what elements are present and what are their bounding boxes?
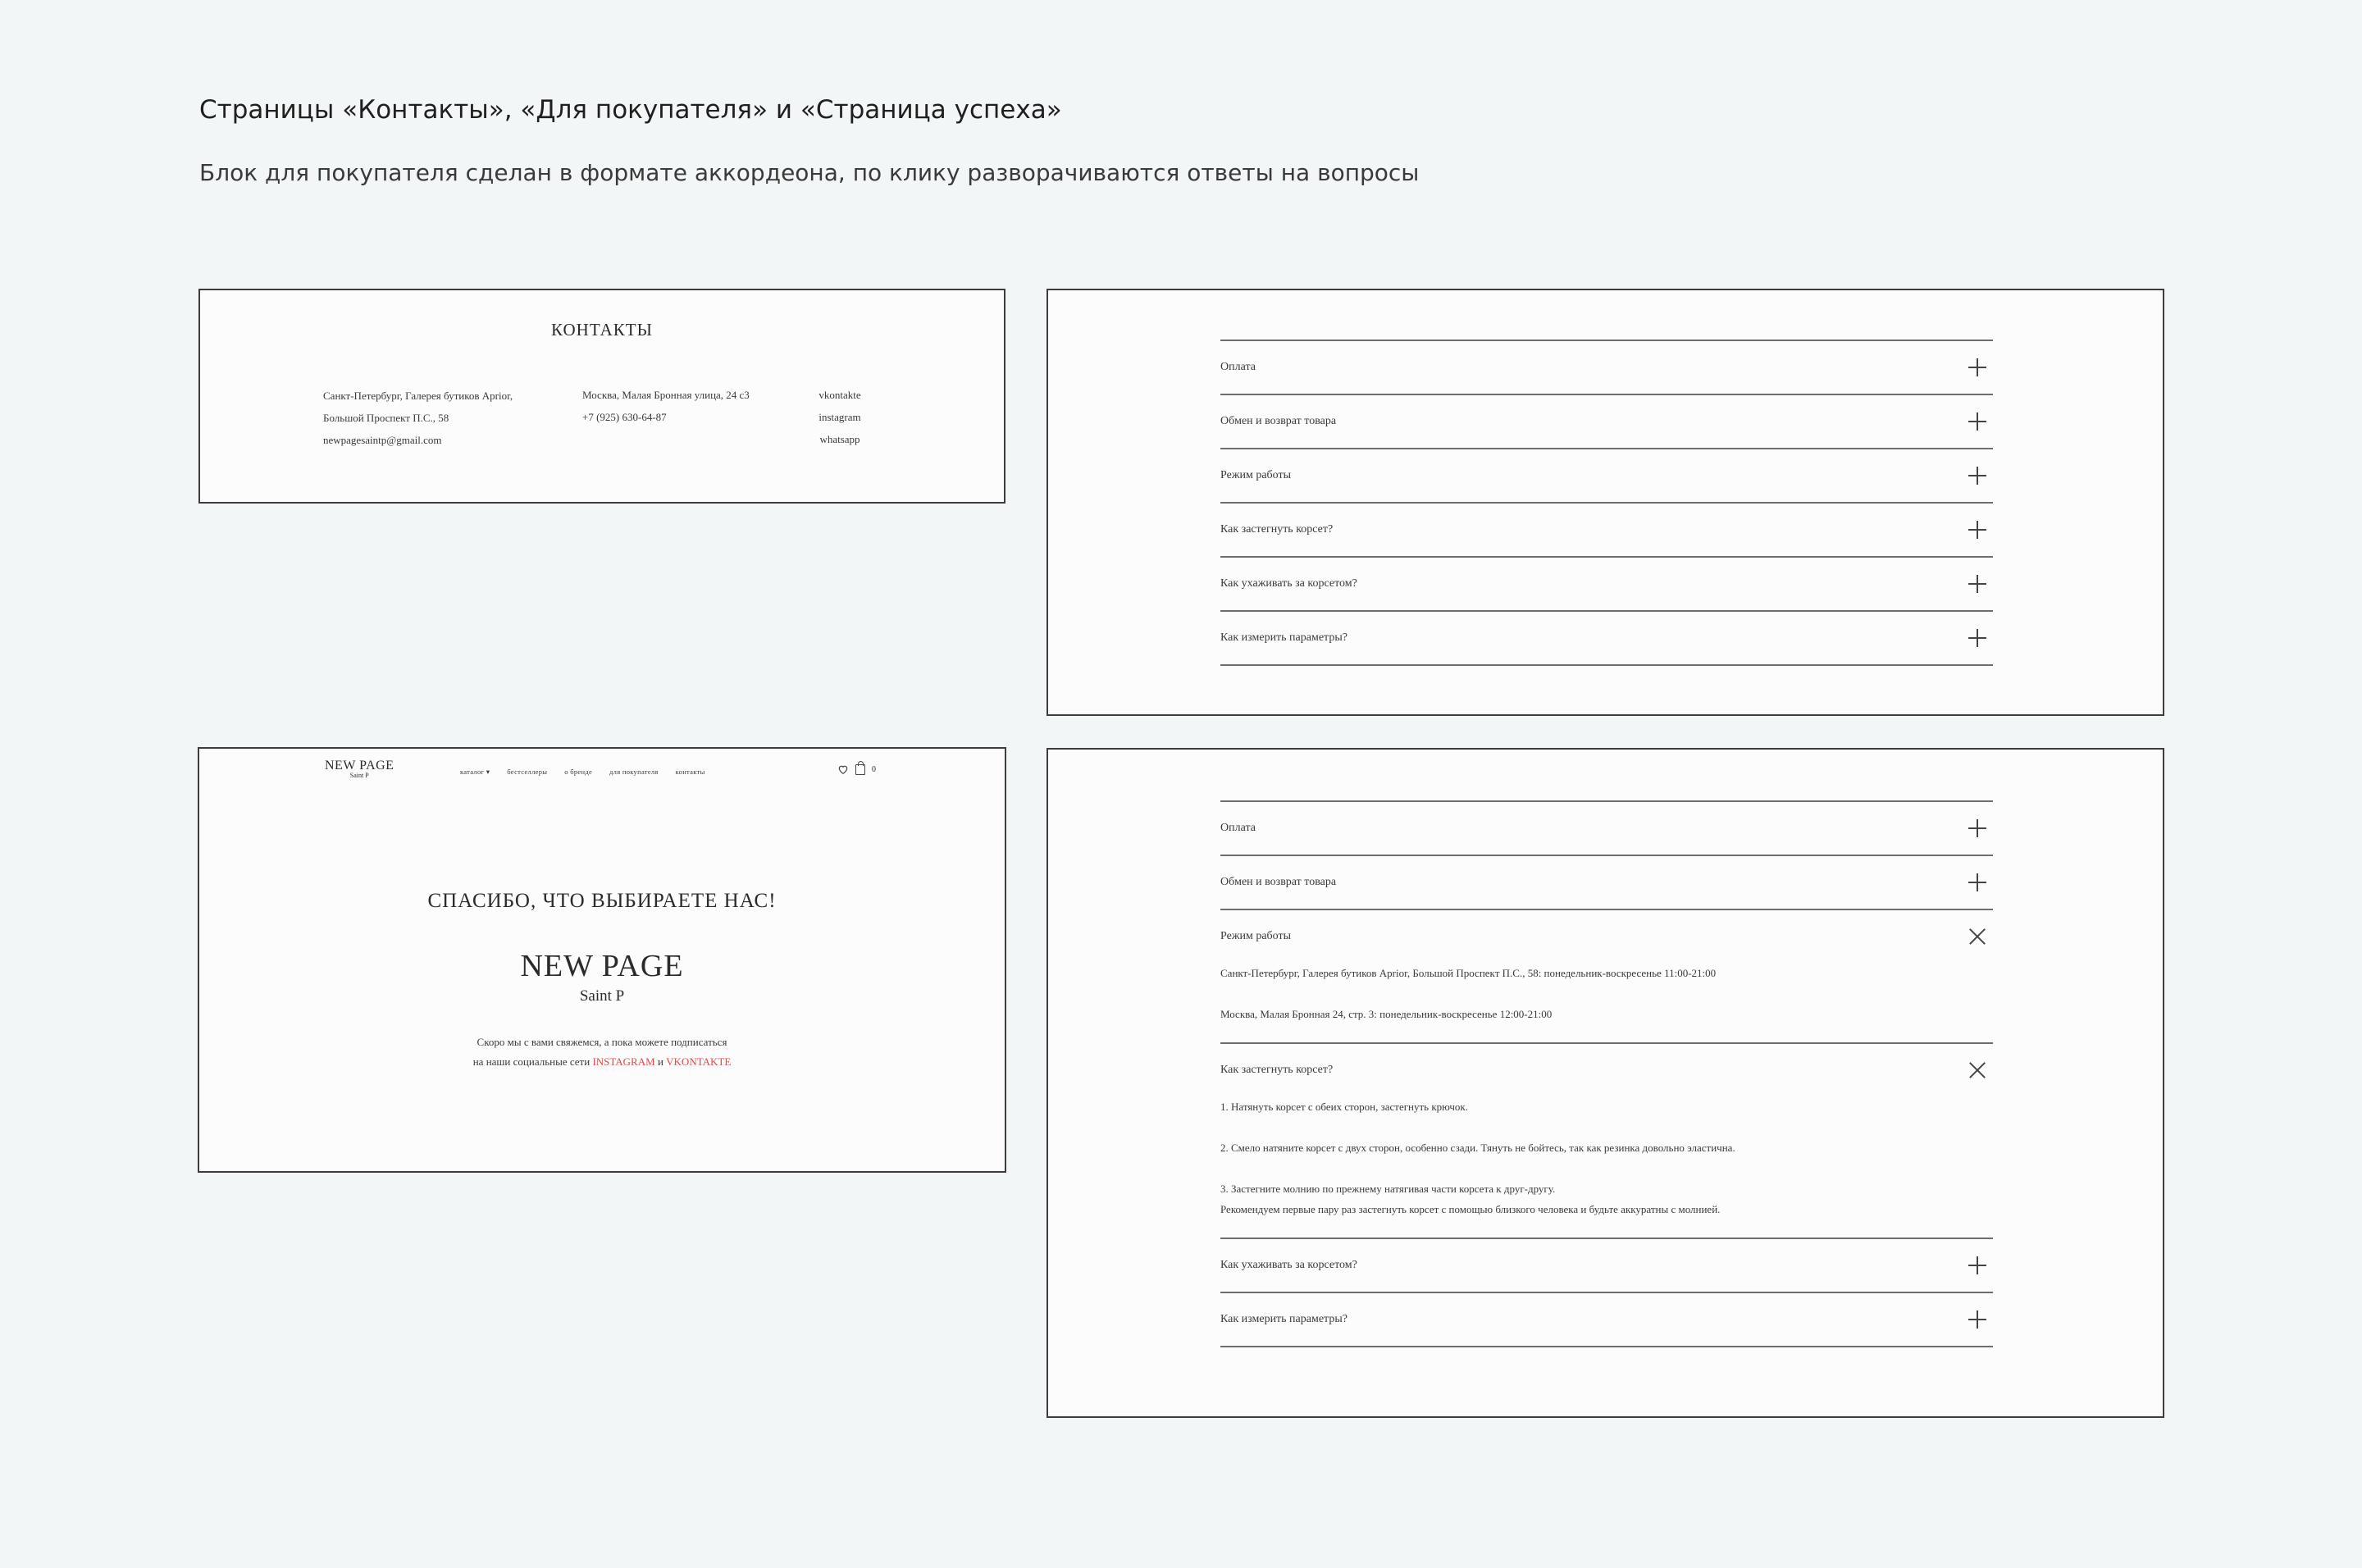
accordion-item-exchange[interactable]: Обмен и возврат товара <box>1220 395 1993 449</box>
nav-item-about[interactable]: о бренде <box>564 768 592 777</box>
nav-item-contacts[interactable]: контакты <box>676 768 705 777</box>
moscow-address: Москва, Малая Бронная улица, 24 с3 <box>582 389 750 401</box>
accordion-label: Как измерить параметры? <box>1220 631 1347 644</box>
accordion-label: Обмен и возврат товара <box>1220 876 1337 888</box>
spb-address-line-2: Большой Проспект П.С., 58 <box>323 412 449 424</box>
nav-item-buyers[interactable]: для покупателя <box>609 768 659 777</box>
success-message-line-2: на наши социальные сети INSTAGRAM и VKON… <box>199 1052 1005 1072</box>
accordion-item-care[interactable]: Как ухаживать за корсетом? <box>1220 558 1993 612</box>
accordion-item-measure[interactable]: Как измерить параметры? <box>1220 612 1993 666</box>
brand-subtitle: Saint P <box>579 987 625 1005</box>
accordion-item-measure[interactable]: Как измерить параметры? <box>1220 1293 1993 1347</box>
accordion-label: Как ухаживать за корсетом? <box>1220 577 1357 590</box>
contacts-title: КОНТАКТЫ <box>551 320 653 340</box>
spb-address-line-1: Санкт-Петербург, Галерея бутиков Aprior, <box>323 390 513 402</box>
thanks-heading: СПАСИБО, ЧТО ВЫБИРАЕТЕ НАС! <box>427 890 777 912</box>
plus-icon[interactable] <box>1968 819 1986 837</box>
main-nav: каталог ▾ бестселлеры о бренде для покуп… <box>460 768 705 777</box>
social-text-and: и <box>657 1055 663 1068</box>
accordion-item-hours[interactable]: Режим работы <box>1220 449 1993 504</box>
answer-line: Рекомендуем первые пару раз застегнуть к… <box>1220 1203 1721 1215</box>
social-text-prefix: на наши социальные сети <box>472 1055 590 1068</box>
answer-line: 3. Застегните молнию по прежнему натягив… <box>1220 1183 1556 1195</box>
plus-icon[interactable] <box>1968 629 1986 647</box>
accordion-item-hours[interactable]: Режим работы Санкт-Петербург, Галерея бу… <box>1220 910 1993 1044</box>
answer-line: Санкт-Петербург, Галерея бутиков Aprior,… <box>1220 967 1717 979</box>
plus-icon[interactable] <box>1968 873 1986 891</box>
social-links: vkontakte instagram whatsapp <box>810 384 869 450</box>
accordion-label: Как ухаживать за корсетом? <box>1220 1259 1357 1271</box>
success-message: Скоро мы с вами свяжемся, а пока можете … <box>199 1032 1005 1072</box>
heart-icon[interactable] <box>837 763 849 775</box>
accordion-label: Как застегнуть корсет? <box>1220 523 1334 536</box>
spb-contacts: Санкт-Петербург, Галерея бутиков Aprior,… <box>323 385 513 451</box>
accordion-label: Режим работы <box>1220 469 1292 481</box>
plus-icon[interactable] <box>1968 413 1986 431</box>
plus-icon[interactable] <box>1968 358 1986 376</box>
accordion-label: Оплата <box>1220 822 1256 834</box>
nav-item-bestsellers[interactable]: бестселлеры <box>507 768 547 777</box>
accordion-answer: 1. Натянуть корсет с обеих сторон, засте… <box>1220 1096 1993 1238</box>
brand-name: NEW PAGE <box>520 949 684 983</box>
close-icon[interactable] <box>1968 928 1986 946</box>
accordion-label: Оплата <box>1220 361 1256 373</box>
close-icon[interactable] <box>1968 1061 1986 1079</box>
page-title: Страницы «Контакты», «Для покупателя» и … <box>199 95 1062 125</box>
faq-accordion: Оплата Обмен и возврат товара Режим рабо… <box>1220 800 1993 1347</box>
email-link[interactable]: newpagesaintp@gmail.com <box>323 429 513 451</box>
plus-icon[interactable] <box>1968 467 1986 485</box>
answer-line: 1. Натянуть корсет с обеих сторон, засте… <box>1220 1101 1469 1113</box>
faq-accordion: Оплата Обмен и возврат товара Режим рабо… <box>1220 340 1993 666</box>
accordion-item-fasten[interactable]: Как застегнуть корсет? <box>1220 504 1993 558</box>
nav-item-catalog[interactable]: каталог ▾ <box>460 768 490 777</box>
success-page-preview: NEW PAGE Saint P каталог ▾ бестселлеры о… <box>198 747 1006 1173</box>
moscow-contacts: Москва, Малая Бронная улица, 24 с3 +7 (9… <box>582 384 750 428</box>
accordion-item-fasten[interactable]: Как застегнуть корсет? 1. Натянуть корсе… <box>1220 1044 1993 1239</box>
cart-icon[interactable] <box>855 760 865 775</box>
accordion-label: Режим работы <box>1220 930 1292 942</box>
header-icons: 0 <box>837 760 876 775</box>
accordion-item-payment[interactable]: Оплата <box>1220 341 1993 395</box>
accordion-label: Как измерить параметры? <box>1220 1313 1347 1325</box>
instagram-link[interactable]: INSTAGRAM <box>592 1055 654 1068</box>
instagram-link[interactable]: instagram <box>810 406 869 428</box>
cart-count: 0 <box>872 764 876 774</box>
plus-icon[interactable] <box>1968 575 1986 593</box>
accordion-label: Обмен и возврат товара <box>1220 415 1337 427</box>
accordion-label: Как застегнуть корсет? <box>1220 1064 1334 1076</box>
vkontakte-link[interactable]: vkontakte <box>810 384 869 406</box>
success-message-line-1: Скоро мы с вами свяжемся, а пока можете … <box>477 1036 727 1048</box>
faq-expanded-preview: Оплата Обмен и возврат товара Режим рабо… <box>1046 748 2164 1418</box>
faq-collapsed-preview: Оплата Обмен и возврат товара Режим рабо… <box>1046 289 2164 716</box>
phone-link[interactable]: +7 (925) 630-64-87 <box>582 406 750 428</box>
accordion-item-payment[interactable]: Оплата <box>1220 802 1993 856</box>
accordion-item-care[interactable]: Как ухаживать за корсетом? <box>1220 1239 1993 1293</box>
accordion-item-exchange[interactable]: Обмен и возврат товара <box>1220 856 1993 910</box>
plus-icon[interactable] <box>1968 521 1986 539</box>
plus-icon[interactable] <box>1968 1310 1986 1329</box>
answer-line: Москва, Малая Бронная 24, стр. 3: понеде… <box>1220 1008 1553 1020</box>
vkontakte-link[interactable]: VKONTAKTE <box>666 1055 731 1068</box>
site-logo[interactable]: NEW PAGE Saint P <box>325 759 394 779</box>
whatsapp-link[interactable]: whatsapp <box>810 428 869 450</box>
accordion-answer: Санкт-Петербург, Галерея бутиков Aprior,… <box>1220 963 1993 1042</box>
page-subtitle: Блок для покупателя сделан в формате акк… <box>199 159 1420 186</box>
contacts-page-preview: КОНТАКТЫ Санкт-Петербург, Галерея бутико… <box>198 289 1005 504</box>
plus-icon[interactable] <box>1968 1256 1986 1274</box>
answer-line: 2. Смело натяните корсет с двух сторон, … <box>1220 1142 1735 1154</box>
